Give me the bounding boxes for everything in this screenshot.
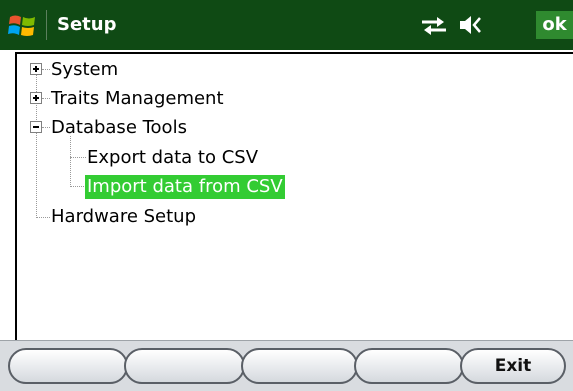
windows-start-icon[interactable] (7, 11, 37, 41)
ok-button[interactable]: ok (536, 11, 573, 39)
page-title: Setup (57, 14, 117, 35)
tree-connector (42, 127, 50, 128)
tree-connector (42, 98, 50, 99)
tree-connector (70, 186, 86, 187)
exit-button[interactable]: Exit (460, 348, 566, 384)
tree-item-system[interactable]: System (51, 58, 118, 82)
connectivity-icon[interactable] (420, 16, 448, 36)
title-bar: Setup ok (0, 0, 573, 50)
tree-item-export-csv[interactable]: Export data to CSV (87, 146, 258, 170)
softkey-1[interactable] (8, 348, 128, 384)
tree-item-hardware-setup[interactable]: Hardware Setup (51, 205, 196, 229)
softkey-3[interactable] (241, 348, 358, 384)
tree-connector (70, 136, 71, 187)
tree-connector (70, 157, 86, 158)
expand-icon[interactable] (30, 92, 42, 104)
collapse-icon[interactable] (30, 121, 42, 133)
tree-item-import-csv[interactable]: Import data from CSV (85, 175, 285, 199)
expand-icon[interactable] (30, 63, 42, 75)
tree-connector (42, 69, 50, 70)
softkey-bar: Exit (0, 340, 573, 391)
tree-item-database-tools[interactable]: Database Tools (51, 116, 187, 140)
volume-icon[interactable] (458, 14, 488, 36)
tree-item-traits-management[interactable]: Traits Management (51, 87, 224, 111)
tree-connector (36, 217, 50, 218)
softkey-4[interactable] (354, 348, 464, 384)
title-separator (46, 10, 47, 40)
settings-tree: System Traits Management Database Tools … (15, 52, 573, 342)
softkey-2[interactable] (124, 348, 245, 384)
